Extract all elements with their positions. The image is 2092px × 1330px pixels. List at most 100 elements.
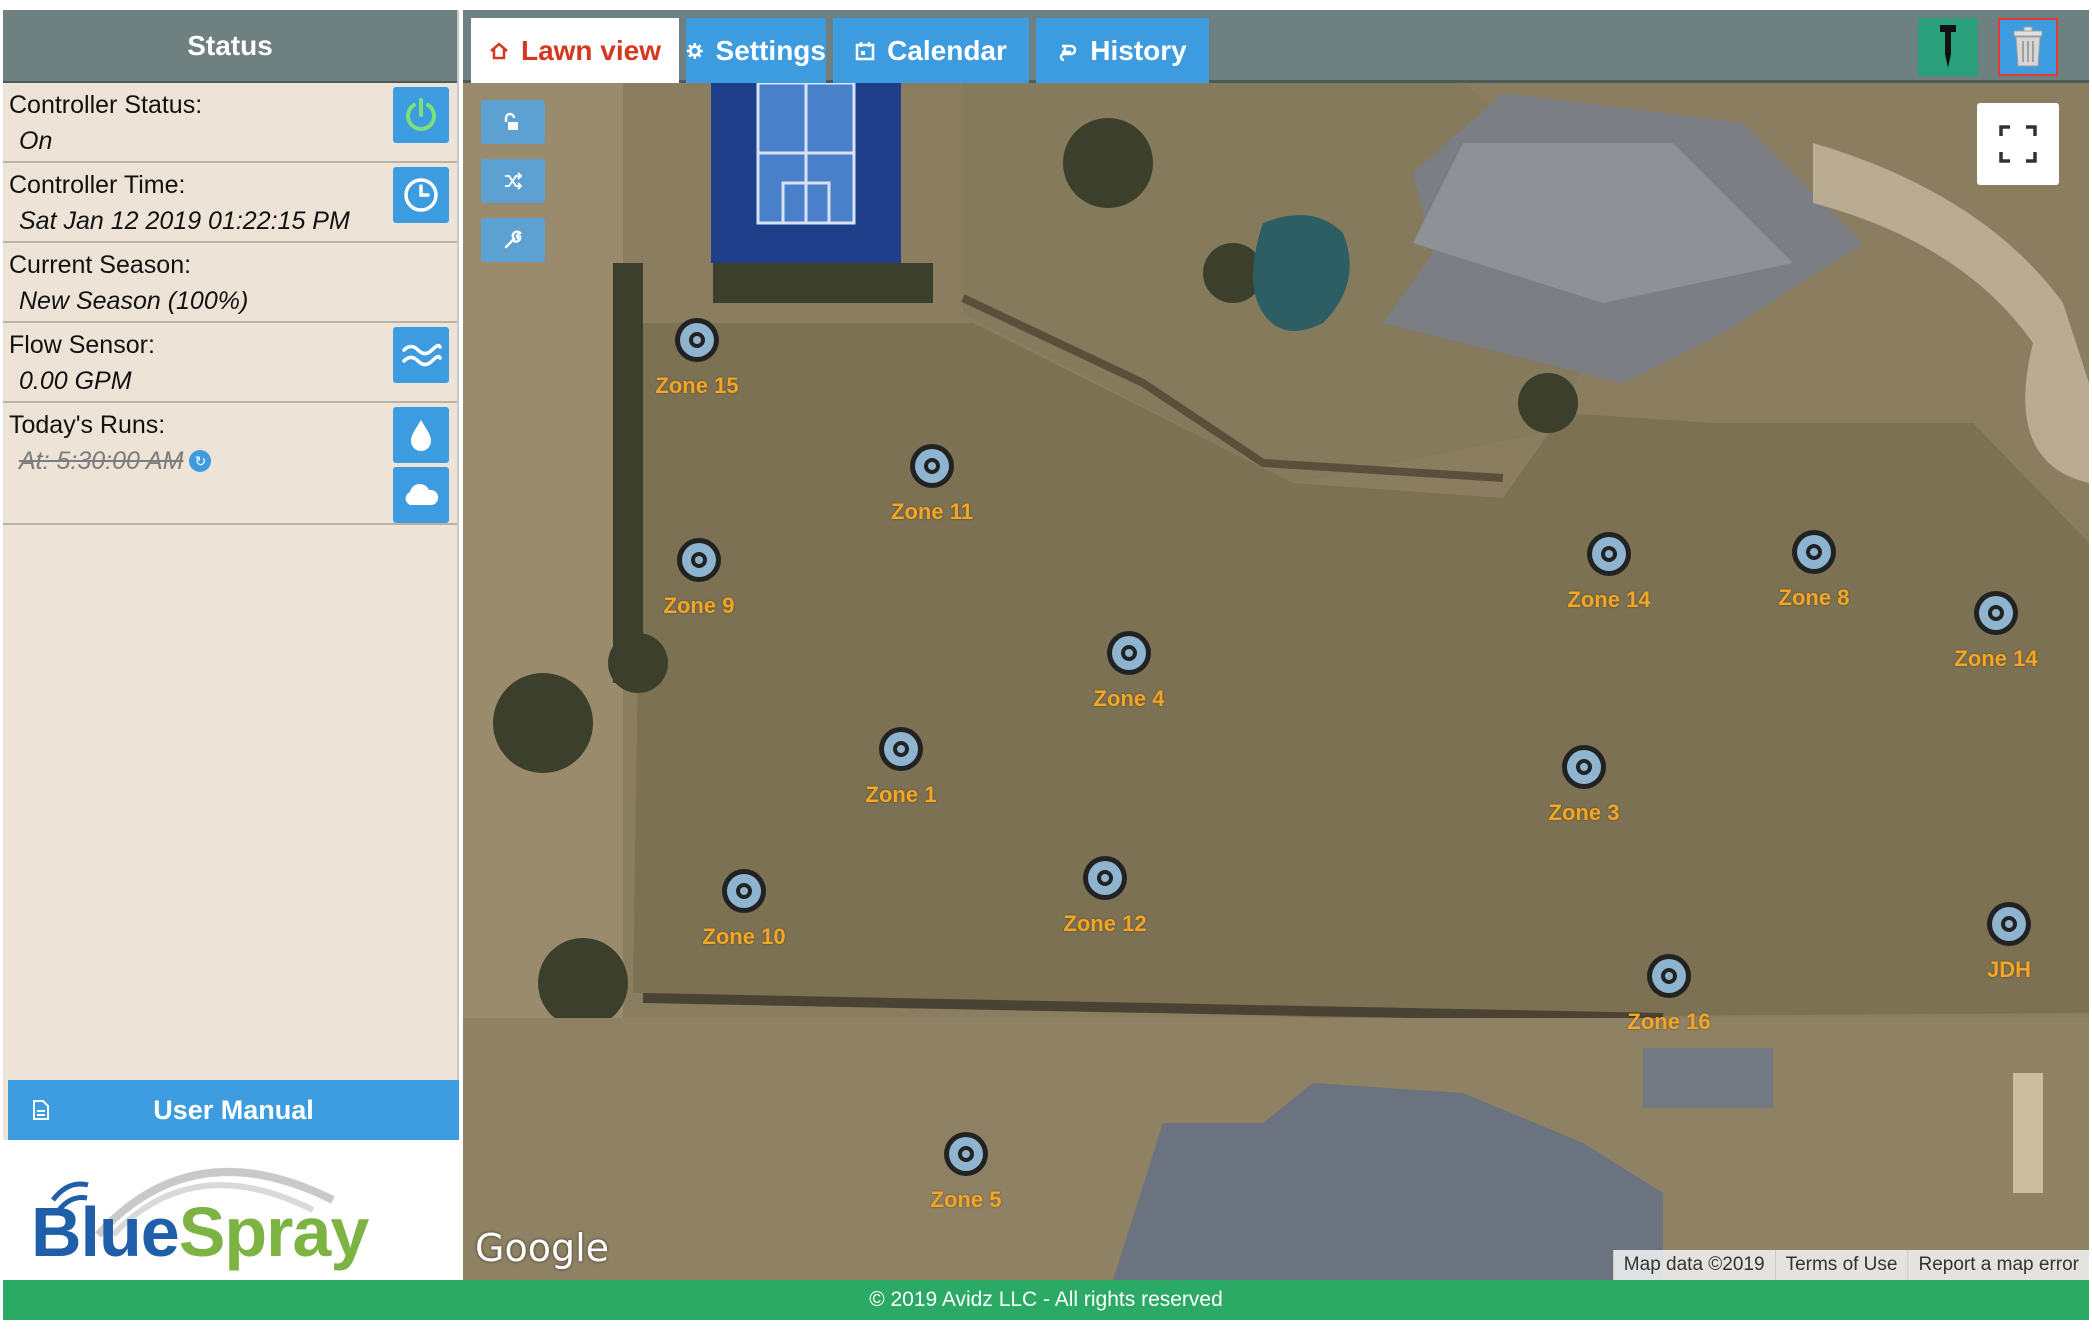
lawn-map[interactable]: Zone 15 Zone 11 Zone 9 Zone 14 Zone 8 Zo… <box>463 83 2089 1280</box>
controller-time-label: Controller Time: <box>9 171 186 199</box>
water-now-button[interactable] <box>393 407 449 463</box>
todays-runs-row: Today's Runs: At: 5:30:00 AM ↻ <box>3 403 457 525</box>
tools-button[interactable] <box>481 218 545 262</box>
zone-label: Zone 12 <box>1063 911 1147 936</box>
controller-status-label: Controller Status: <box>9 91 203 119</box>
zone-marker[interactable]: Zone 16 <box>1579 951 1759 1035</box>
zone-marker[interactable]: Zone 3 <box>1494 742 1674 826</box>
zone-label: Zone 10 <box>702 924 786 949</box>
status-sidebar: Status Controller Status: On Controller … <box>3 10 459 1280</box>
home-icon <box>490 41 508 59</box>
tab-history-label: History <box>1090 34 1187 66</box>
controller-status-value: On <box>19 127 53 155</box>
zone-label: Zone 8 <box>1778 585 1850 610</box>
current-season-value: New Season (100%) <box>19 287 249 315</box>
lock-map-button[interactable] <box>481 100 545 144</box>
zone-marker[interactable]: Zone 12 <box>1015 853 1195 937</box>
zone-label: Zone 5 <box>930 1187 1002 1212</box>
run-info-icon[interactable]: ↻ <box>189 450 212 472</box>
sprinkler-head-icon <box>1647 954 1691 998</box>
bluespray-logo: BlueSpray <box>3 1140 459 1280</box>
user-manual-label: User Manual <box>153 1094 314 1125</box>
zone-marker[interactable]: Zone 14 <box>1906 588 2086 672</box>
clock-icon <box>404 178 438 212</box>
zone-label: Zone 16 <box>1627 1009 1711 1034</box>
zone-label: Zone 1 <box>865 782 937 807</box>
logo-part-spray: Spray <box>178 1193 370 1271</box>
zone-label: Zone 9 <box>663 593 735 618</box>
report-map-error-link[interactable]: Report a map error <box>1907 1250 2089 1280</box>
sidebar-title: Status <box>3 10 457 83</box>
zone-marker[interactable]: Zone 8 <box>1724 527 1904 611</box>
logo-part-blue: Blue <box>31 1193 180 1271</box>
gear-icon <box>686 42 703 59</box>
zone-label: Zone 11 <box>891 499 973 524</box>
tab-calendar-label: Calendar <box>887 34 1007 66</box>
todays-runs-label: Today's Runs: <box>9 411 166 439</box>
sprinkler-head-icon <box>944 1132 988 1176</box>
flow-sensor-button[interactable] <box>393 327 449 383</box>
sprinkler-head-icon <box>1974 591 2018 635</box>
tab-lawn-view-label: Lawn view <box>520 34 662 66</box>
tab-settings[interactable]: Settings <box>686 18 826 83</box>
map-attribution: Map data ©2019 Terms of Use Report a map… <box>1612 1250 2089 1280</box>
tab-calendar[interactable]: Calendar <box>833 18 1029 83</box>
unlock-icon <box>504 112 518 130</box>
add-sprinkler-button[interactable] <box>1918 18 1978 76</box>
zone-marker[interactable]: Zone 10 <box>654 866 834 950</box>
footer-copyright: © 2019 Avidz LLC - All rights reserved <box>3 1280 2089 1320</box>
todays-runs-time: At: 5:30:00 AM <box>19 447 184 475</box>
fullscreen-button[interactable] <box>1977 103 2059 185</box>
tab-bar: Lawn view Settings Calendar History <box>463 10 2089 83</box>
delete-button[interactable] <box>1998 18 2058 76</box>
zone-marker[interactable]: Zone 11 <box>842 441 1022 525</box>
zone-label: Zone 4 <box>1093 686 1165 711</box>
flow-sensor-value: 0.00 GPM <box>19 367 132 395</box>
tab-history[interactable]: History <box>1036 18 1209 83</box>
sprinkler-icon <box>1940 25 1956 68</box>
flow-sensor-row: Flow Sensor: 0.00 GPM <box>3 323 457 403</box>
map-data-label: Map data ©2019 <box>1612 1250 1775 1280</box>
google-logo: Google <box>475 1226 610 1270</box>
zone-label: JDH <box>1986 957 2031 982</box>
sprinkler-head-icon <box>879 727 923 771</box>
wrench-icon <box>504 230 522 249</box>
document-icon <box>33 1100 49 1120</box>
power-icon <box>406 98 436 131</box>
sprinkler-head-icon <box>722 869 766 913</box>
user-manual-button[interactable]: User Manual <box>8 1080 459 1140</box>
sprinkler-head-icon <box>1792 530 1836 574</box>
water-drop-icon <box>411 420 431 451</box>
zone-marker[interactable]: Zone 1 <box>811 724 991 808</box>
zone-marker[interactable]: Zone 4 <box>1039 628 1219 712</box>
shuffle-icon <box>505 172 523 190</box>
clock-button[interactable] <box>393 167 449 223</box>
satellite-image <box>463 83 2089 1280</box>
zone-marker[interactable]: Zone 9 <box>609 535 789 619</box>
sprinkler-head-icon <box>1083 856 1127 900</box>
sprinkler-head-icon <box>677 538 721 582</box>
tab-lawn-view[interactable]: Lawn view <box>471 18 679 83</box>
trash-icon <box>2013 26 2043 67</box>
zone-marker[interactable]: Zone 5 <box>876 1129 1056 1213</box>
weather-button[interactable] <box>393 467 449 523</box>
sprinkler-head-icon <box>1562 745 1606 789</box>
top-border <box>0 0 2092 6</box>
zone-marker[interactable]: JDH <box>1919 899 2089 983</box>
todays-runs-value: At: 5:30:00 AM ↻ <box>9 441 451 481</box>
terms-of-use-link[interactable]: Terms of Use <box>1774 1250 1908 1280</box>
current-season-label: Current Season: <box>9 251 192 279</box>
zone-marker[interactable]: Zone 15 <box>607 315 787 399</box>
sprinkler-head-icon <box>1107 631 1151 675</box>
controller-time-row: Controller Time: Sat Jan 12 2019 01:22:1… <box>3 163 457 243</box>
sprinkler-head-icon <box>1987 902 2031 946</box>
flow-sensor-label: Flow Sensor: <box>9 331 155 359</box>
logo-wordmark: BlueSpray <box>31 1192 370 1272</box>
calendar-icon <box>855 41 875 60</box>
shuffle-button[interactable] <box>481 159 545 203</box>
power-button[interactable] <box>393 87 449 143</box>
tab-settings-label: Settings <box>715 34 826 66</box>
waves-icon <box>402 343 442 367</box>
zone-marker[interactable]: Zone 14 <box>1519 529 1699 613</box>
zone-label: Zone 3 <box>1548 800 1620 825</box>
